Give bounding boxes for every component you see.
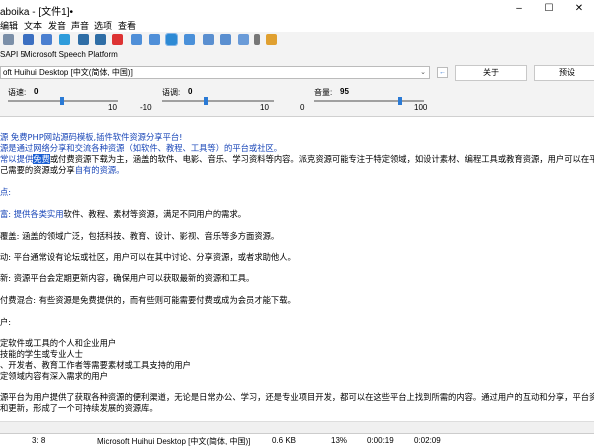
open-icon[interactable] <box>41 34 52 45</box>
play-icon[interactable] <box>78 34 89 45</box>
pitch-min: -10 <box>140 103 152 112</box>
title-bar: aboika - [文件1]• – ☐ ✕ <box>0 0 594 18</box>
menu-bar: 编辑 文本 发音 声音 选项 查看 <box>0 17 594 32</box>
close-button[interactable]: ✕ <box>564 0 594 17</box>
status-bar: 3: 8 Microsoft Huihui Desktop [中文(简体, 中国… <box>0 433 594 447</box>
menu-view[interactable]: 查看 <box>118 19 136 32</box>
menu-options[interactable]: 选项 <box>94 19 112 32</box>
voice-toggle-icon[interactable] <box>165 33 178 46</box>
voice-select-row: oft Huihui Desktop [中文(简体, 中国)] ⌄ ← 关于 预… <box>0 62 594 84</box>
text-line: 富: 提供各类实用软件、教程、素材等资源，满足不同用户的需求。 <box>0 208 246 220</box>
dropdown-icon[interactable] <box>3 34 14 45</box>
rate-slider-thumb[interactable] <box>60 97 64 105</box>
stop-icon[interactable] <box>112 34 123 45</box>
book-icon[interactable] <box>203 34 214 45</box>
volume-slider-thumb[interactable] <box>398 97 402 105</box>
menu-text[interactable]: 文本 <box>24 19 42 32</box>
chevron-down-icon: ⌄ <box>420 69 426 76</box>
split-icon[interactable] <box>131 34 142 45</box>
export-audio-icon[interactable] <box>59 34 70 45</box>
total-time: 0:02:09 <box>414 436 441 445</box>
maximize-button[interactable]: ☐ <box>534 0 564 17</box>
volume-max: 100 <box>414 103 428 112</box>
volume-slider-group: 音量: 95 0 100 <box>296 84 436 116</box>
convert-icon[interactable] <box>149 34 160 45</box>
window-icon[interactable] <box>238 34 249 45</box>
window-title: aboika - [文件1]• <box>0 7 73 18</box>
settings-icon[interactable] <box>266 34 277 45</box>
menu-edit[interactable]: 编辑 <box>0 19 18 32</box>
volume-label: 音量: <box>314 88 333 97</box>
cursor-position: 3: 8 <box>32 436 46 445</box>
book2-icon[interactable] <box>220 34 231 45</box>
text-line: 动: 平台通常设有论坛或社区，用户可以在其中讨论、分享资源，或者求助他人。 <box>0 252 296 262</box>
minimize-button[interactable]: – <box>504 0 534 17</box>
rate-label: 语速: <box>8 88 27 97</box>
text-line: 新: 资源平台会定期更新内容，确保用户可以获取最新的资源和工具。 <box>0 273 255 283</box>
pitch-slider-group: 语调: 0 -10 10 <box>138 84 288 116</box>
voice-sliders: 语速: 0 10 语调: 0 -10 10 音量: 95 0 100 <box>0 84 594 117</box>
elapsed-time: 0:00:19 <box>367 436 394 445</box>
text-span: 己需要的资源或分享 <box>0 165 75 175</box>
rate-max: 10 <box>108 103 117 112</box>
read-icon[interactable] <box>184 34 195 45</box>
voice-select[interactable]: oft Huihui Desktop [中文(简体, 中国)] ⌄ <box>0 66 430 79</box>
text-editor[interactable]: 源 免费PHP网站源码模板,插件软件资源分享平台! 源是通过网络分享和交流各种资… <box>0 117 594 421</box>
pause-icon[interactable] <box>95 34 106 45</box>
rate-slider-group: 语速: 0 10 <box>0 84 150 116</box>
text-line: 和更新，形成了一个可持续发展的资源库。 <box>0 403 158 413</box>
rate-value: 0 <box>34 87 39 96</box>
about-button[interactable]: 关于 <box>455 65 527 81</box>
section-heading: 点: <box>0 187 12 197</box>
menu-pronunciation[interactable]: 发音 <box>48 19 66 32</box>
text-selection: 免费 <box>33 154 50 164</box>
volume-min: 0 <box>300 103 305 112</box>
pitch-slider-track[interactable] <box>162 100 274 102</box>
preset-button[interactable]: 预设 <box>534 65 594 81</box>
text-span: 软件、教程、素材等资源，满足不同用户的需求。 <box>63 209 247 219</box>
volume-value: 95 <box>340 87 349 96</box>
menu-voice[interactable]: 声音 <box>71 19 89 32</box>
text-link: 常以提供 <box>0 154 34 164</box>
section-heading: 户: <box>0 317 12 327</box>
pitch-value: 0 <box>188 87 193 96</box>
text-link: 自有的资源。 <box>74 165 125 175</box>
text-span: 或付费资源下载为主，涵盖的软件、电影、音乐、学习资料等内容。派克资源可能专注于特… <box>49 154 594 164</box>
toolbar <box>0 32 594 48</box>
list-item: 定领域内容有深入需求的用户 <box>0 371 108 381</box>
text-line: 付费混合: 有些资源是免费提供的，而有些则可能需要付费或成为会员才能下载。 <box>0 295 296 305</box>
text-link: 富: 提供各类实用 <box>0 209 64 219</box>
engine-tab-speech-platform[interactable]: Microsoft Speech Platform <box>24 50 118 59</box>
text-line: 覆盖: 涵盖的领域广泛，包括科技、教育、设计、影视、音乐等多方面资源。 <box>0 231 280 241</box>
save-icon[interactable] <box>23 34 34 45</box>
file-size: 0.6 KB <box>272 436 297 445</box>
pitch-slider-thumb[interactable] <box>204 97 208 105</box>
voice-select-value: oft Huihui Desktop [中文(简体, 中国)] <box>3 68 133 77</box>
text-line: 己需要的资源或分享自有的资源。 <box>0 164 124 176</box>
engine-tab-sapi5[interactable]: SAPI 5 <box>0 50 25 59</box>
volume-slider-track[interactable] <box>314 100 424 102</box>
status-voice: Microsoft Huihui Desktop [中文(简体, 中国)] <box>97 437 251 446</box>
chevron-down-icon[interactable] <box>254 34 260 45</box>
pitch-label: 语调: <box>162 88 181 97</box>
engine-bar: SAPI 5 Microsoft Speech Platform <box>0 48 594 62</box>
voice-prev-icon[interactable]: ← <box>437 67 448 78</box>
pitch-max: 10 <box>260 103 269 112</box>
progress-percent: 13% <box>331 436 348 445</box>
